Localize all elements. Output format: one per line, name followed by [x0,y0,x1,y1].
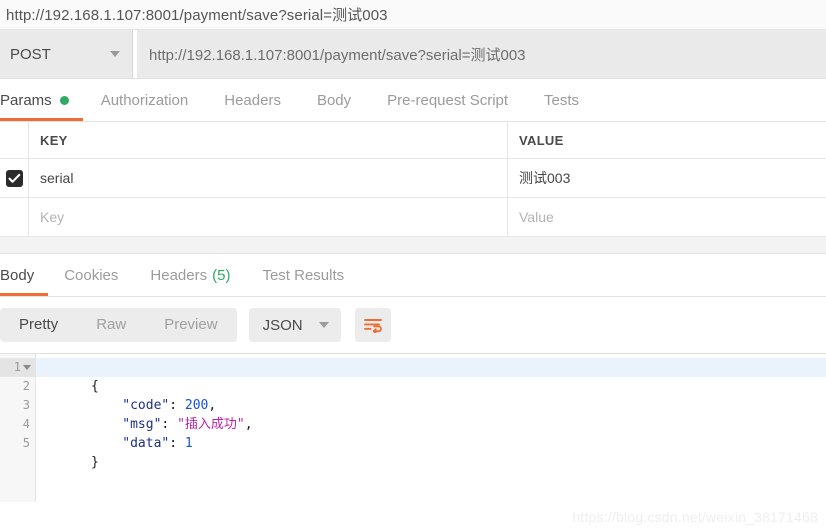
column-header-value: VALUE [519,132,564,148]
column-header-key: KEY [29,122,508,158]
response-tab-body[interactable]: Body [0,255,49,296]
params-table: KEY VALUE serial 测试003 Key Value [0,122,826,237]
tab-headers[interactable]: Headers [206,80,299,121]
response-view-toggle: Pretty Raw Preview [0,308,237,342]
empty-row-value-placeholder: Value [519,209,554,225]
response-language-dropdown[interactable]: JSON [248,308,341,342]
chevron-down-icon [318,322,329,328]
row-value-input[interactable]: 测试003 [508,159,826,197]
http-method-label: POST [10,45,51,63]
table-row[interactable]: serial 测试003 [0,159,826,198]
json-brace-open: { [90,379,99,394]
line-number: 3 [22,398,30,412]
response-tab-headers[interactable]: Headers (5) [134,255,246,296]
json-comma: , [208,398,217,413]
line-number-row: 4 [0,415,35,434]
line-number-row: 2 [0,377,35,396]
tab-authorization-label: Authorization [100,92,189,109]
line-number: 5 [22,436,30,450]
response-tab-bar: Body Cookies Headers (5) Test Results [0,254,826,297]
tab-pre-request-script-label: Pre-request Script [387,92,509,109]
line-number-row: 3 [0,396,35,415]
line-number: 2 [22,379,30,393]
tab-body-label: Body [316,92,352,109]
table-row-empty[interactable]: Key Value [0,198,826,237]
response-tab-cookies-label: Cookies [64,267,119,284]
line-number: 1 [13,360,21,374]
tab-tests[interactable]: Tests [526,80,597,121]
view-option-pretty[interactable]: Pretty [0,308,77,342]
json-value-msg: "插入成功" [177,417,245,432]
json-value-data: 1 [184,436,193,451]
tab-params-label: Params [0,92,52,109]
row-value-value: 测试003 [519,170,571,186]
chevron-down-icon [110,51,120,57]
request-url-bar: POST http://192.168.1.107:8001/payment/s… [0,30,826,79]
response-body-editor[interactable]: 1 2 3 4 5 { "code": 200, "msg": "插入成功", … [0,354,826,502]
tab-body[interactable]: Body [299,80,369,121]
response-tab-cookies[interactable]: Cookies [48,255,134,296]
response-tab-body-label: Body [0,267,35,284]
json-key-msg: "msg" [122,417,162,432]
response-headers-count: (5) [212,267,231,284]
triangle-down-icon[interactable] [23,365,31,370]
empty-row-key-input[interactable]: Key [29,198,508,236]
page-title: http://192.168.1.107:8001/payment/save?s… [6,7,388,24]
header-checkbox-cell [0,122,29,158]
tab-params-underline [0,118,83,121]
row-enabled-checkbox[interactable] [5,169,23,187]
json-key-data: "data" [122,436,170,451]
response-tab-body-underline [0,293,49,296]
tab-pre-request-script[interactable]: Pre-request Script [369,80,526,121]
request-tab-bar: Params Authorization Headers Body Pre-re… [0,79,826,122]
table-header-row: KEY VALUE [0,122,826,159]
http-method-dropdown[interactable]: POST [0,30,133,78]
word-wrap-button[interactable] [354,308,391,342]
checkmark-icon [7,173,20,183]
empty-row-key-placeholder: Key [40,209,65,225]
json-key-code: "code" [122,398,170,413]
url-input[interactable]: http://192.168.1.107:8001/payment/save?s… [137,30,826,78]
response-tab-test-results[interactable]: Test Results [246,255,360,296]
tab-params[interactable]: Params [0,80,83,121]
json-brace-close: } [90,455,99,470]
url-input-value: http://192.168.1.107:8001/payment/save?s… [149,46,526,64]
empty-row-value-input[interactable]: Value [508,198,826,236]
tab-tests-label: Tests [544,92,580,109]
tab-headers-label: Headers [224,92,281,109]
window-title-bar: http://192.168.1.107:8001/payment/save?s… [0,0,826,30]
row-checkbox-cell [0,159,29,197]
watermark-text: https://blog.csdn.net/weixin_38171468 [572,509,818,525]
response-tab-test-results-label: Test Results [262,267,345,284]
line-number: 4 [22,417,30,431]
json-colon: : [169,398,185,413]
empty-row-checkbox-cell [0,198,29,236]
row-key-input[interactable]: serial [29,159,508,197]
response-language-label: JSON [262,316,303,334]
response-format-toolbar: Pretty Raw Preview JSON [0,297,826,354]
json-colon: : [161,417,178,432]
view-option-preview[interactable]: Preview [145,308,236,342]
code-line: { [36,358,826,394]
editor-code-area[interactable]: { "code": 200, "msg": "插入成功", "data": 1 … [36,354,826,502]
section-divider [0,237,826,254]
tab-authorization[interactable]: Authorization [83,80,207,121]
row-key-value: serial [40,170,74,186]
editor-gutter: 1 2 3 4 5 [0,354,36,502]
line-number-row[interactable]: 1 [0,358,35,377]
view-option-raw[interactable]: Raw [77,308,145,342]
json-comma: , [244,417,253,432]
params-modified-dot-icon [59,96,69,105]
json-value-code: 200 [184,398,209,413]
word-wrap-icon [363,319,382,333]
response-tab-headers-label: Headers [150,267,208,284]
line-number-row: 5 [0,434,35,453]
json-colon: : [169,436,185,451]
code-line: "code": 200, [36,377,826,413]
